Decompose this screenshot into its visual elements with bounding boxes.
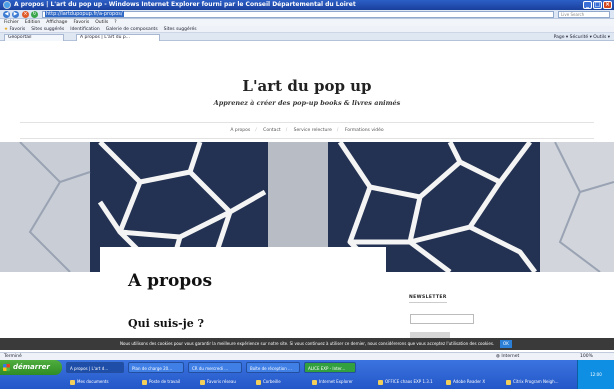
favorites-bar: ★ Favoris Sites suggérés Identification … bbox=[0, 26, 614, 33]
menu-outils[interactable]: Outils bbox=[95, 19, 108, 26]
maximize-button[interactable]: □ bbox=[593, 1, 602, 9]
taskbar-item[interactable]: Plan de charge 20... bbox=[128, 362, 184, 373]
clock[interactable]: 12:00 bbox=[590, 372, 602, 377]
internet-explorer-icon bbox=[312, 379, 317, 385]
quicklaunch-item[interactable]: OFFICE chaos EXP 1.3.1 bbox=[378, 377, 433, 387]
taskbar-item[interactable]: Boîte de réception ... bbox=[246, 362, 300, 373]
menu-help[interactable]: ? bbox=[114, 19, 116, 26]
stop-icon[interactable]: × bbox=[22, 11, 29, 18]
favorites-button[interactable]: ★ Favoris bbox=[4, 26, 25, 32]
quicklaunch-label: Citrix Program Neigh... bbox=[513, 379, 559, 384]
pdf-icon bbox=[446, 379, 451, 385]
quicklaunch-label: Poste de travail bbox=[149, 379, 181, 384]
quicklaunch-item[interactable]: Internet Explorer bbox=[312, 377, 353, 387]
fav-item[interactable]: Identification bbox=[70, 26, 100, 32]
section-heading: Qui suis-je ? bbox=[128, 317, 204, 330]
nav-formations-video[interactable]: Formations vidéo bbox=[345, 128, 384, 133]
window-titlebar[interactable]: A propos | L'art du pop up - Windows Int… bbox=[0, 0, 614, 10]
page-heading: A propos bbox=[128, 271, 213, 291]
start-button[interactable]: démarrer bbox=[0, 360, 62, 375]
nav-contact[interactable]: Contact bbox=[263, 128, 281, 133]
cookie-text: Nous utilisons des cookies pour vous gar… bbox=[120, 341, 495, 346]
main-nav: A propos / Contact / Service relecture / Fo… bbox=[230, 128, 384, 133]
tab-a-propos[interactable]: A propos | L'art du p... bbox=[76, 34, 160, 41]
start-label: démarrer bbox=[13, 363, 50, 371]
web-page: L'art du pop up Apprenez à créer des pop… bbox=[0, 42, 614, 352]
status-text: Terminé bbox=[4, 354, 22, 359]
quicklaunch-item[interactable]: Mes documents bbox=[70, 377, 109, 387]
close-button[interactable]: × bbox=[603, 1, 612, 9]
windows-logo-icon bbox=[3, 364, 10, 371]
refresh-icon[interactable]: ↻ bbox=[31, 11, 38, 18]
recycle-bin-icon bbox=[256, 379, 261, 385]
quicklaunch-item[interactable]: Poste de travail bbox=[142, 377, 180, 387]
favorites-label: Favoris bbox=[9, 27, 26, 32]
cookie-banner: Nous utilisons des cookies pour vous gar… bbox=[0, 338, 614, 350]
folder-icon bbox=[70, 379, 75, 385]
app-icon bbox=[378, 379, 383, 385]
divider bbox=[20, 138, 594, 139]
taskbar: démarrer A propos | L'art d... Plan de c… bbox=[0, 360, 614, 389]
window-title: A propos | L'art du pop up - Windows Int… bbox=[14, 1, 356, 8]
menu-edition[interactable]: Edition bbox=[25, 19, 41, 26]
menu-affichage[interactable]: Affichage bbox=[46, 19, 67, 26]
site-tagline: Apprenez à créer des pop-up books & livr… bbox=[213, 99, 401, 107]
globe-icon: ◍ bbox=[496, 354, 500, 359]
quicklaunch-label: Corbeille bbox=[263, 379, 281, 384]
menu-fichier[interactable]: Fichier bbox=[4, 19, 19, 26]
system-tray: 12:00 bbox=[577, 360, 614, 389]
site-title[interactable]: L'art du pop up bbox=[0, 77, 614, 95]
tab-geoportail[interactable]: Géoportail bbox=[4, 34, 64, 41]
citrix-icon bbox=[506, 379, 511, 385]
taskbar-item[interactable]: A propos | L'art d... bbox=[66, 362, 124, 373]
network-icon bbox=[200, 379, 205, 385]
status-bar: Terminé ◍ Internet 100% bbox=[0, 352, 614, 360]
computer-icon bbox=[142, 379, 147, 385]
divider bbox=[20, 122, 594, 123]
zone-label: Internet bbox=[501, 354, 520, 359]
quicklaunch-label: OFFICE chaos EXP 1.3.1 bbox=[385, 379, 433, 384]
quicklaunch-item[interactable]: Favoris réseau bbox=[200, 377, 236, 387]
search-input[interactable]: Live Search bbox=[558, 11, 610, 18]
quicklaunch-item[interactable]: Adobe Reader X bbox=[446, 377, 485, 387]
quicklaunch-label: Favoris réseau bbox=[207, 379, 236, 384]
menu-bar: Fichier Edition Affichage Favoris Outils… bbox=[0, 19, 614, 26]
url-text: http://lartdupopup.fr/a-propos/ bbox=[45, 11, 124, 17]
internet-explorer-icon bbox=[3, 1, 11, 9]
forward-icon[interactable]: ▶ bbox=[12, 11, 19, 18]
content-card: A propos Qui suis-je ? bbox=[100, 247, 386, 352]
address-bar: ◀ ▶ × ↻ http://lartdupopup.fr/a-propos/ … bbox=[0, 10, 614, 19]
command-bar[interactable]: Page ▾ Sécurité ▾ Outils ▾ bbox=[554, 34, 610, 41]
tab-bar: Géoportail A propos | L'art du p... Page… bbox=[0, 33, 614, 41]
quicklaunch-item[interactable]: Citrix Program Neigh... bbox=[506, 377, 558, 387]
quicklaunch-label: Adobe Reader X bbox=[453, 379, 486, 384]
quicklaunch-label: Internet Explorer bbox=[319, 379, 353, 384]
nav-a-propos[interactable]: A propos bbox=[230, 128, 250, 133]
window-controls: _ □ × bbox=[583, 1, 612, 9]
taskbar-item[interactable]: CR du mercredi ... bbox=[188, 362, 242, 373]
cookie-ok-button[interactable]: OK bbox=[500, 340, 512, 348]
newsletter-email-input[interactable] bbox=[410, 314, 474, 324]
menu-favoris[interactable]: Favoris bbox=[73, 19, 89, 26]
fav-item[interactable]: Galerie de composants bbox=[106, 26, 158, 32]
taskbar-item[interactable]: ALICE EXP - Inter... bbox=[304, 362, 356, 373]
fav-item[interactable]: Sites suggérés bbox=[164, 26, 197, 32]
quicklaunch-item[interactable]: Corbeille bbox=[256, 377, 281, 387]
star-icon: ★ bbox=[4, 27, 9, 32]
newsletter-title: NEWSLETTER bbox=[409, 295, 447, 303]
back-icon[interactable]: ◀ bbox=[3, 11, 10, 18]
quicklaunch-label: Mes documents bbox=[77, 379, 109, 384]
nav-service-relecture[interactable]: Service relecture bbox=[294, 128, 332, 133]
minimize-button[interactable]: _ bbox=[583, 1, 592, 9]
url-input[interactable]: http://lartdupopup.fr/a-propos/ bbox=[42, 11, 554, 18]
fav-item[interactable]: Sites suggérés bbox=[31, 26, 64, 32]
